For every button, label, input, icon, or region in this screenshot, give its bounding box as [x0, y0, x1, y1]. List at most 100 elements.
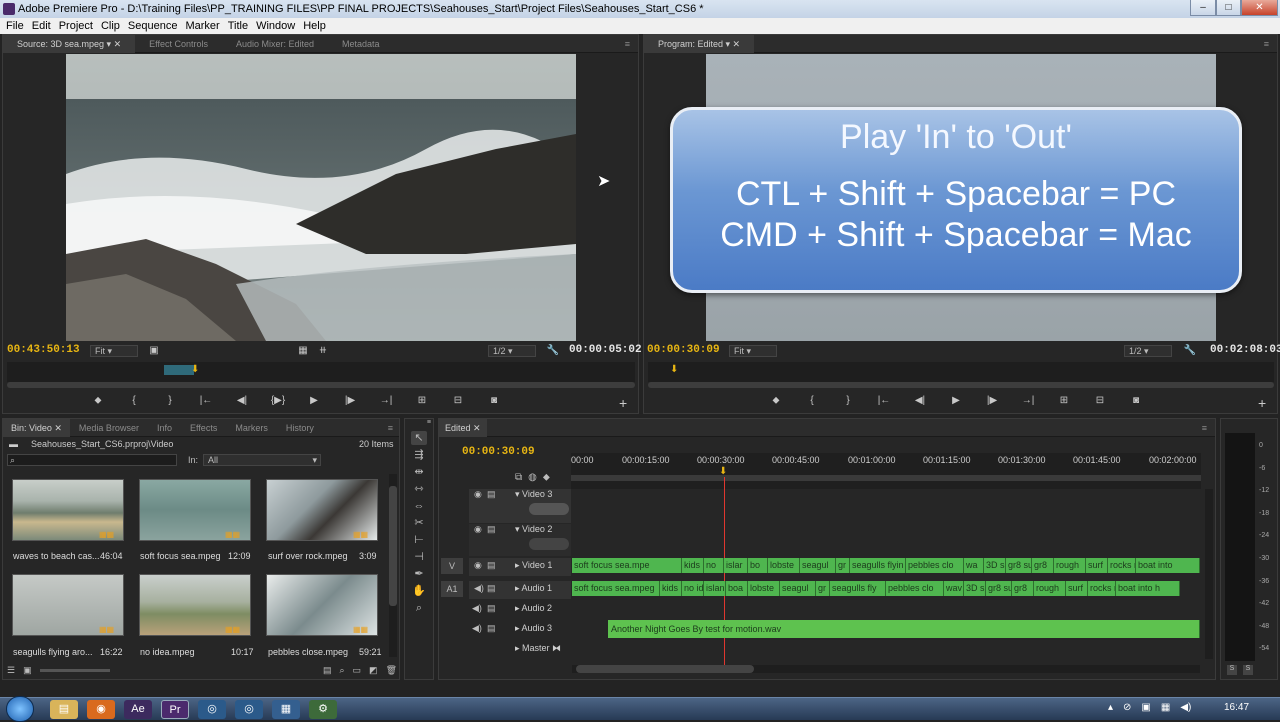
find-icon[interactable]: ⌕ — [339, 665, 344, 676]
app-icon[interactable]: ◎ — [235, 700, 263, 719]
panel-menu-icon[interactable]: ≡ — [625, 39, 638, 49]
timeline-clip[interactable]: boa — [726, 581, 748, 596]
after-effects-icon[interactable]: Ae — [124, 700, 152, 719]
tab-markers[interactable]: Markers — [226, 423, 277, 433]
tab-history[interactable]: History — [277, 423, 323, 433]
source-current-timecode[interactable]: 00:43:50:13 — [7, 344, 80, 356]
export-frame-icon[interactable]: ◙ — [1126, 394, 1146, 408]
source-zoom-scrollbar[interactable] — [7, 382, 635, 388]
mark-in-button[interactable]: { — [802, 394, 822, 408]
explorer-icon[interactable]: ▤ — [50, 700, 78, 719]
eye-icon[interactable]: ◉ — [474, 489, 482, 500]
tab-audio-mixer[interactable]: Audio Mixer: Edited — [222, 39, 328, 49]
timeline-clip[interactable]: rough — [1034, 581, 1066, 596]
snap-icon[interactable]: ⧉ — [515, 472, 522, 483]
timeline-horizontal-scrollbar[interactable] — [572, 665, 1200, 673]
volume-icon[interactable]: ◀) — [1180, 702, 1191, 713]
music-clip-audio3[interactable]: Another Night Goes By test for motion.wa… — [608, 620, 1200, 638]
timeline-clip[interactable]: seagul — [800, 558, 836, 573]
app-icon[interactable]: ▦ — [272, 700, 300, 719]
menu-window[interactable]: Window — [252, 20, 299, 32]
speaker-icon[interactable]: ◀) — [472, 623, 482, 634]
source-add-button-icon[interactable]: + — [619, 395, 627, 411]
marker-icon[interactable]: ⬥ — [543, 472, 550, 483]
tab-info[interactable]: Info — [148, 423, 181, 433]
timeline-clip[interactable]: islan — [704, 581, 726, 596]
timeline-ruler[interactable]: 00:00 00:00:15:00 00:00:30:00 00:00:45:0… — [571, 453, 1201, 489]
lift-button[interactable]: ⊞ — [1054, 394, 1074, 408]
keyframe-control[interactable] — [529, 538, 569, 550]
add-marker-icon[interactable]: ◍ — [528, 472, 537, 483]
step-forward-button[interactable]: |▶ — [340, 394, 360, 408]
start-button-icon[interactable] — [6, 696, 34, 722]
timeline-clip[interactable]: bo — [748, 558, 768, 573]
source-patch-video[interactable]: V — [441, 558, 463, 574]
selection-tool-icon[interactable]: ↖ — [411, 431, 427, 445]
timeline-clip[interactable]: surf — [1066, 581, 1088, 596]
slip-tool-icon[interactable]: ⊢ — [411, 533, 427, 547]
tray-arrow-icon[interactable]: ▴ — [1108, 702, 1113, 713]
play-button[interactable]: ▶ — [946, 394, 966, 408]
wrench-icon[interactable]: 🔧 — [543, 344, 563, 358]
source-time-ruler[interactable]: ⬇ — [7, 362, 635, 382]
timeline-clip[interactable]: soft focus sea.mpeg — [572, 581, 660, 596]
overwrite-button[interactable]: ⊟ — [448, 394, 468, 408]
add-marker-button[interactable]: ⬥ — [766, 394, 786, 408]
mark-in-button[interactable]: { — [124, 394, 144, 408]
timeline-playhead-icon[interactable]: ⬇ — [719, 466, 727, 477]
timeline-clip[interactable]: 3D s — [964, 581, 986, 596]
play-button[interactable]: ▶ — [304, 394, 324, 408]
mark-out-button[interactable]: } — [160, 394, 180, 408]
timeline-clip[interactable]: pebbles clo — [886, 581, 944, 596]
lock-icon[interactable]: ▤ — [487, 524, 496, 535]
project-scrollbar[interactable] — [389, 474, 397, 657]
eye-icon[interactable]: ◉ — [474, 524, 482, 535]
program-current-timecode[interactable]: 00:00:30:09 — [647, 344, 720, 356]
program-zoom-scrollbar[interactable] — [648, 382, 1274, 388]
timeline-clip[interactable]: rocks r — [1108, 558, 1136, 573]
timeline-clip[interactable]: 3D s — [984, 558, 1006, 573]
menu-project[interactable]: Project — [55, 20, 97, 32]
timeline-clip[interactable]: gr8 su — [986, 581, 1012, 596]
timeline-clip[interactable]: islar — [724, 558, 748, 573]
zoom-slider[interactable] — [39, 668, 110, 672]
app-icon[interactable]: ⚙ — [309, 700, 337, 719]
timeline-clip[interactable]: boat into h — [1116, 581, 1180, 596]
drag-audio-icon[interactable]: ⧺ — [313, 344, 333, 358]
zoom-tool-icon[interactable]: ⌕ — [411, 601, 427, 615]
tab-bin-video[interactable]: Bin: Video ✕ — [3, 418, 70, 437]
extract-button[interactable]: ⊟ — [1090, 394, 1110, 408]
menu-help[interactable]: Help — [299, 20, 330, 32]
timeline-clip[interactable]: boat into — [1136, 558, 1200, 573]
premiere-taskbar-icon[interactable]: Pr — [161, 700, 189, 719]
timeline-clip[interactable]: gr — [836, 558, 850, 573]
rolling-edit-tool-icon[interactable]: ⇿ — [411, 482, 427, 496]
go-to-in-button[interactable]: |← — [874, 394, 894, 408]
maximize-button[interactable]: □ — [1216, 0, 1241, 16]
program-fit-dropdown[interactable]: Fit ▾ — [729, 345, 777, 357]
speaker-icon[interactable]: ◀) — [472, 603, 482, 614]
timeline-clip[interactable]: soft focus sea.mpe — [572, 558, 682, 573]
add-marker-button[interactable]: ⬥ — [88, 394, 108, 408]
ripple-edit-tool-icon[interactable]: ⇹ — [411, 465, 427, 479]
lock-icon[interactable]: ▤ — [487, 583, 496, 594]
panel-menu-icon[interactable]: ≡ — [388, 423, 399, 433]
program-resolution-dropdown[interactable]: 1/2 ▾ — [1124, 345, 1172, 357]
program-playhead-icon[interactable]: ⬇ — [670, 364, 678, 375]
panel-menu-icon[interactable]: ≡ — [1264, 39, 1277, 49]
menu-clip[interactable]: Clip — [97, 20, 124, 32]
program-time-ruler[interactable]: ⬇ — [648, 362, 1274, 382]
step-back-button[interactable]: ◀| — [232, 394, 252, 408]
step-back-button[interactable]: ◀| — [910, 394, 930, 408]
timeline-clip[interactable]: kids — [682, 558, 704, 573]
source-fit-dropdown[interactable]: Fit ▾ — [90, 345, 138, 357]
mark-out-button[interactable]: } — [838, 394, 858, 408]
panel-menu-icon[interactable]: ≡ — [1202, 423, 1215, 433]
timeline-clip[interactable]: gr — [816, 581, 830, 596]
solo-right-button[interactable]: S — [1243, 665, 1253, 675]
timeline-clip[interactable]: no — [704, 558, 724, 573]
icon-view-icon[interactable]: ▣ — [23, 665, 32, 676]
in-filter-dropdown[interactable]: All ▾ — [203, 454, 321, 466]
pen-tool-icon[interactable]: ✒ — [411, 567, 427, 581]
close-window-button[interactable]: ✕ — [1241, 0, 1278, 16]
